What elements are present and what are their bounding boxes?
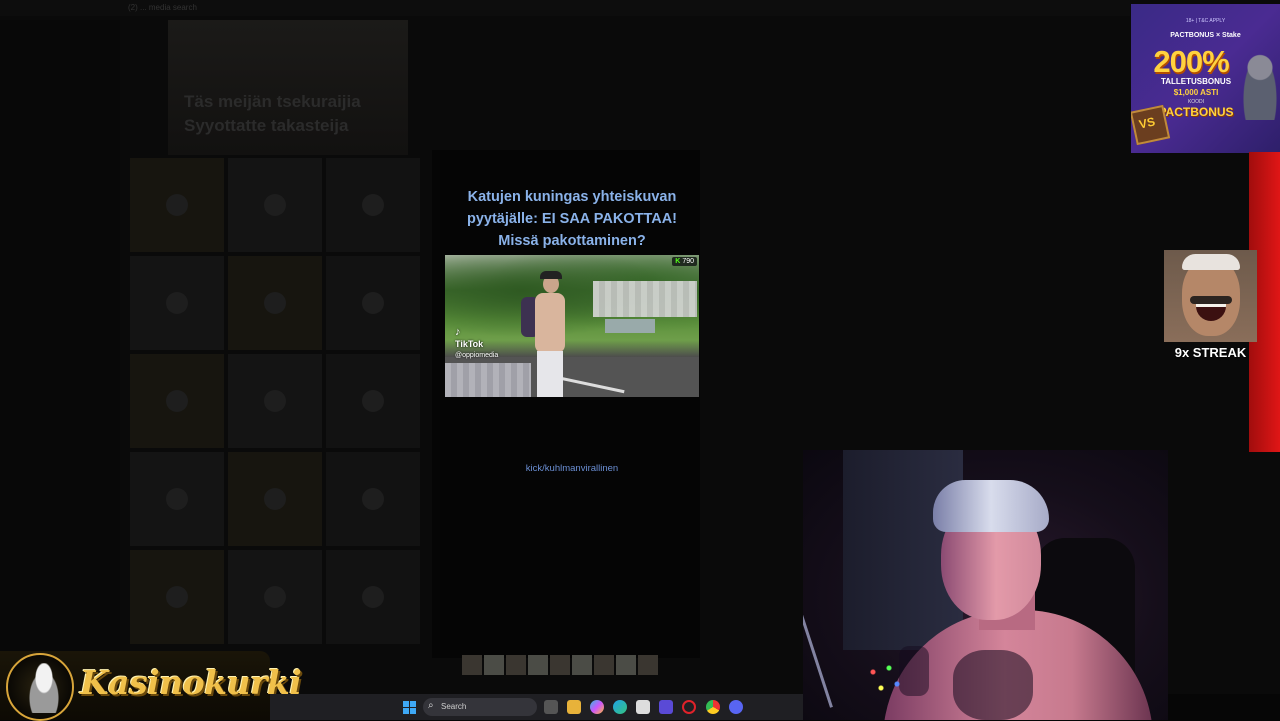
taskbar-search[interactable]: ⌕ Search (423, 698, 537, 716)
thumbnail-strip (462, 655, 662, 675)
sponsor-ad[interactable]: 18+ | T&C APPLY PACTBONUS × Stake 200% T… (1131, 4, 1280, 153)
windows-taskbar: ⌕ Search (270, 694, 803, 720)
opera-icon[interactable] (682, 700, 696, 714)
play-icon (264, 390, 286, 412)
tiktok-icon: ♪ (455, 326, 461, 338)
play-icon (166, 390, 188, 412)
ad-bonus-percent: 200% (1153, 44, 1229, 79)
header-text-line-2: Syyottatte takasteija (184, 116, 349, 135)
video-tile[interactable] (130, 158, 224, 252)
chest-tattoo (953, 650, 1033, 720)
thumbnail[interactable] (484, 655, 504, 675)
thumbnail[interactable] (550, 655, 570, 675)
logo-badge (6, 653, 74, 721)
legs (537, 351, 563, 397)
christmas-lights (865, 660, 905, 700)
raccoon-mascot-icon (1241, 50, 1279, 120)
caption-line-2: pyytäjälle: EI SAA PAKOTTAA! (466, 211, 677, 227)
background-sidebar (0, 20, 120, 660)
torso (535, 293, 565, 353)
play-icon (362, 292, 384, 314)
browser-tab-bar: (2) ... media search (0, 0, 1130, 16)
background-video-grid (130, 158, 422, 644)
watermark-brand: TikTok (455, 339, 484, 349)
ad-brands: PACTBONUS × Stake (1170, 32, 1241, 39)
play-icon (166, 292, 188, 314)
blurred-face-region (593, 281, 697, 317)
header-text-line-1: Täs meijän tsekuraijia (184, 92, 361, 111)
play-icon (166, 194, 188, 216)
chrome-icon[interactable] (706, 700, 720, 714)
copilot-icon[interactable] (590, 700, 604, 714)
edge-icon[interactable] (613, 700, 627, 714)
store-icon[interactable] (636, 700, 650, 714)
file-explorer-icon[interactable] (544, 700, 558, 714)
caption-line-3: Missä pakottaminen? (498, 233, 646, 249)
app-icon[interactable] (659, 700, 673, 714)
ad-disclaimer: 18+ | T&C APPLY (1185, 18, 1226, 24)
light-strip (803, 602, 833, 708)
video-tile[interactable] (130, 256, 224, 350)
play-icon (264, 194, 286, 216)
hair (933, 480, 1049, 532)
thumbnail[interactable] (506, 655, 526, 675)
video-tile[interactable] (326, 550, 420, 644)
streak-label: 9x STREAK (1174, 345, 1247, 360)
watermark-handle: @oppiomedia (455, 352, 499, 359)
cap (540, 271, 562, 279)
channel-link[interactable]: kick/kuhlmanvirallinen (432, 463, 712, 474)
person-figure (515, 269, 575, 397)
video-tile[interactable] (326, 158, 420, 252)
video-tile[interactable] (130, 354, 224, 448)
background-header-text: Täs meijän tsekuraijia Syyottatte takast… (184, 90, 361, 138)
caption-line-1: Katujen kuningas yhteiskuvan (467, 189, 677, 205)
mustache (1190, 296, 1232, 304)
video-tile[interactable] (326, 452, 420, 546)
discord-icon[interactable] (729, 700, 743, 714)
logo-text: Kasinokurki (80, 663, 302, 702)
streak-meme-image (1164, 250, 1257, 342)
play-icon (264, 586, 286, 608)
browser-tab-title[interactable]: (2) ... media search (128, 3, 197, 12)
folder-icon[interactable] (567, 700, 581, 714)
play-icon (264, 488, 286, 510)
view-count-badge: K 790 (672, 257, 697, 266)
thumbnail[interactable] (594, 655, 614, 675)
play-icon (362, 488, 384, 510)
thumbnail[interactable] (528, 655, 548, 675)
video-tile[interactable] (228, 158, 322, 252)
video-tile[interactable] (130, 452, 224, 546)
video-tile[interactable] (228, 550, 322, 644)
view-count: 790 (682, 258, 694, 265)
thumbnail[interactable] (616, 655, 636, 675)
crane-bird-icon (24, 663, 64, 713)
graffiti-wall (605, 319, 655, 333)
play-icon (264, 292, 286, 314)
play-icon (362, 586, 384, 608)
play-icon (362, 194, 384, 216)
hair (1182, 254, 1240, 270)
video-frame[interactable]: ♪ TikTok @oppiomedia K 790 (445, 255, 699, 397)
tiktok-watermark: ♪ TikTok @oppiomedia (455, 327, 498, 361)
streamer-webcam (803, 450, 1168, 720)
thumbnail[interactable] (462, 655, 482, 675)
play-icon (166, 586, 188, 608)
kasinokurki-logo: Kasinokurki (0, 651, 302, 721)
play-icon (166, 488, 188, 510)
thumbnail[interactable] (638, 655, 658, 675)
thumbnail[interactable] (572, 655, 592, 675)
video-tile[interactable] (130, 550, 224, 644)
play-icon (362, 390, 384, 412)
video-tile[interactable] (228, 256, 322, 350)
search-icon: ⌕ (428, 700, 434, 711)
search-placeholder: Search (441, 702, 467, 711)
windows-start-icon[interactable] (402, 700, 416, 714)
video-tile[interactable] (326, 256, 420, 350)
video-tile[interactable] (326, 354, 420, 448)
kick-icon: K (675, 258, 681, 265)
video-caption: Katujen kuningas yhteiskuvan pyytäjälle:… (442, 186, 702, 252)
video-tile[interactable] (228, 452, 322, 546)
video-tile[interactable] (228, 354, 322, 448)
